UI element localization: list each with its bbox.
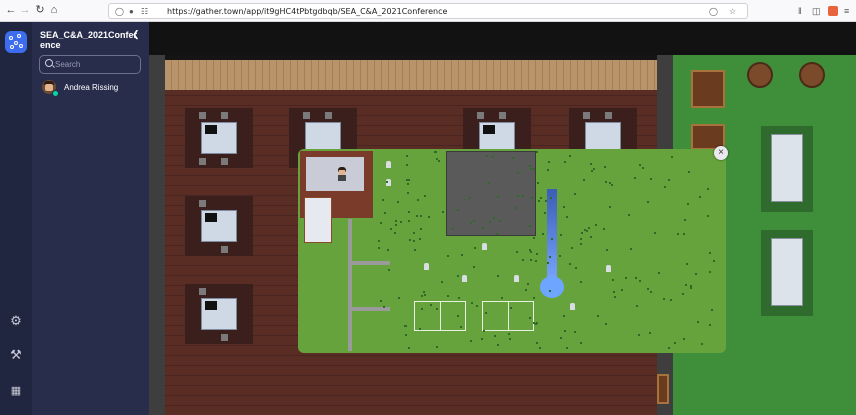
- extension-icon[interactable]: [828, 6, 838, 16]
- minimap-seating: [304, 197, 332, 243]
- search-input[interactable]: [55, 58, 135, 71]
- back-icon[interactable]: ←: [4, 3, 18, 17]
- brick-wall: [165, 60, 657, 90]
- minimap[interactable]: [298, 149, 726, 353]
- picnic-table: [761, 230, 813, 316]
- reload-icon[interactable]: ↻: [33, 3, 47, 17]
- desk-cluster: [185, 196, 253, 256]
- picnic-table: [761, 126, 813, 212]
- gather-logo-icon[interactable]: [5, 31, 27, 53]
- search-icon: [45, 59, 53, 67]
- menu-icon[interactable]: ≡: [844, 4, 849, 18]
- pocket-icon[interactable]: ◯: [709, 5, 718, 18]
- minimap-pond: [540, 276, 564, 298]
- collapse-panel-icon[interactable]: ❮: [132, 29, 140, 40]
- player-avatar: [337, 167, 347, 181]
- calendar-icon[interactable]: ▦: [7, 382, 25, 400]
- participants-panel: SEA_C&A_2021Conference ❮ Andrea Rissing: [32, 22, 149, 415]
- participant-item[interactable]: Andrea Rissing: [42, 80, 142, 97]
- desk-cluster: [185, 284, 253, 344]
- home-icon[interactable]: ⌂: [47, 3, 61, 17]
- bookmark-star-icon[interactable]: ☆: [729, 5, 736, 18]
- minimap-game-room: [446, 151, 536, 236]
- close-minimap-icon[interactable]: ×: [714, 146, 728, 160]
- url-text: https://gather.town/app/it9gHC4tPbtgdbqb…: [167, 7, 448, 16]
- search-box[interactable]: [39, 55, 141, 74]
- sidebar-icon[interactable]: ◫: [812, 4, 821, 18]
- wooden-crate: [657, 374, 669, 404]
- browser-toolbar: ← → ↻ ⌂ ◯ ● ☷ https://gather.town/app/it…: [0, 0, 856, 22]
- tree-stump: [799, 62, 825, 88]
- minimap-stream: [547, 189, 557, 285]
- forward-icon[interactable]: →: [18, 3, 32, 17]
- online-status-dot: [52, 90, 59, 97]
- space-title: SEA_C&A_2021Conference: [40, 30, 138, 50]
- tree-stump: [747, 62, 773, 88]
- wooden-crate: [691, 70, 725, 108]
- lock-icon[interactable]: ●: [129, 5, 134, 18]
- minimap-soccer-field: [482, 301, 534, 331]
- left-rail: ⚙ ⚒ ▦: [0, 22, 32, 415]
- build-hammer-icon[interactable]: ⚒: [7, 346, 25, 364]
- desk-cluster: [185, 108, 253, 168]
- permissions-icon[interactable]: ☷: [141, 5, 148, 18]
- address-bar[interactable]: ◯ ● ☷ https://gather.town/app/it9gHC4tPb…: [108, 3, 748, 19]
- shield-icon[interactable]: ◯: [115, 5, 124, 18]
- participant-name: Andrea Rissing: [64, 83, 119, 92]
- settings-icon[interactable]: ⚙: [7, 312, 25, 330]
- library-icon[interactable]: ‖: [798, 4, 802, 18]
